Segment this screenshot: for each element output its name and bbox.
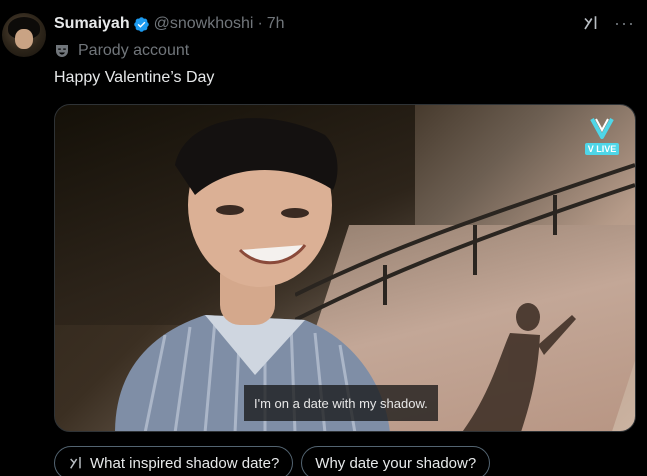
separator-dot: ·: [257, 15, 263, 32]
tweet-video[interactable]: V LIVE I'm on a date with my shadow.: [54, 104, 636, 432]
tweet-top-actions: ···: [582, 14, 635, 32]
vlive-logo-icon: [590, 118, 614, 139]
grok-icon: [70, 457, 81, 469]
verified-badge-icon: [133, 16, 149, 32]
video-person: [115, 118, 390, 431]
grok-suggestion-chip[interactable]: Why date your shadow?: [301, 446, 491, 476]
suggestion-label: What inspired shadow date?: [90, 454, 280, 472]
video-shadow: [462, 303, 576, 431]
video-subtitle: I'm on a date with my shadow.: [244, 385, 438, 421]
avatar-face: [15, 29, 33, 49]
grok-icon[interactable]: [582, 14, 600, 32]
parody-account-label: Parody account: [78, 42, 190, 59]
grok-suggestion-chip[interactable]: What inspired shadow date?: [54, 446, 294, 476]
parody-mask-icon: [56, 45, 68, 57]
vlive-label: V LIVE: [584, 143, 620, 155]
author-name[interactable]: Sumaiyah: [54, 15, 130, 33]
author-handle[interactable]: @snowkhoshi: [154, 15, 254, 33]
vlive-watermark: V LIVE: [583, 115, 621, 165]
parody-label-row: Parody account: [54, 42, 189, 60]
tweet-timestamp[interactable]: 7h: [267, 15, 285, 33]
suggestion-label: Why date your shadow?: [315, 454, 477, 472]
author-avatar[interactable]: [2, 13, 46, 57]
more-dots-icon[interactable]: ···: [614, 14, 635, 32]
tweet-header: Sumaiyah @snowkhoshi · 7h: [54, 14, 285, 34]
tweet-text: Happy Valentine’s Day: [54, 69, 215, 86]
grok-suggestions: What inspired shadow date? Why date your…: [54, 446, 491, 476]
